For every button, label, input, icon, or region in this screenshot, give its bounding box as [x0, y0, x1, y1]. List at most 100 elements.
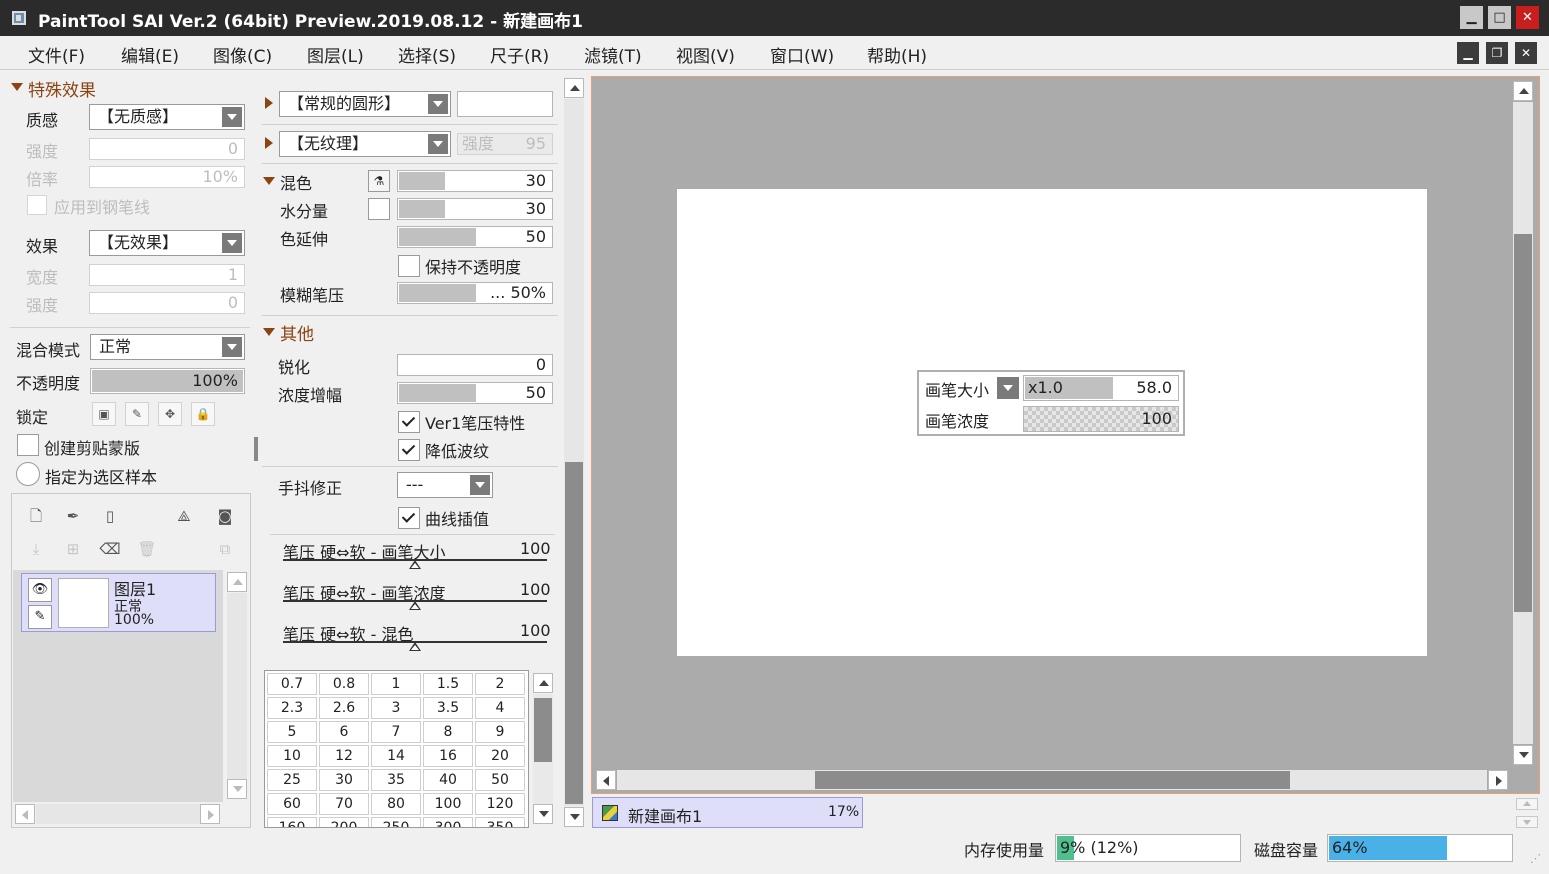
- blur-pressure-slider[interactable]: ... 50%: [397, 282, 553, 304]
- brush-size-preset[interactable]: 14: [371, 745, 421, 767]
- brush-size-preset[interactable]: 3.5: [423, 697, 473, 719]
- brush-size-preset[interactable]: 5: [267, 721, 317, 743]
- other-collapse-icon[interactable]: [263, 328, 275, 336]
- merge-down-icon[interactable]: ⤓: [25, 538, 47, 560]
- mdi-close-button[interactable]: ✕: [1515, 42, 1537, 64]
- maximize-button[interactable]: □: [1488, 6, 1511, 29]
- menu-layer[interactable]: 图层(L): [307, 42, 364, 67]
- brush-size-preset[interactable]: 30: [319, 769, 369, 791]
- menu-file[interactable]: 文件(F): [28, 42, 85, 67]
- pressure-size-knob[interactable]: [409, 560, 421, 569]
- layer-scroll-down[interactable]: [227, 779, 247, 799]
- menu-help[interactable]: 帮助(H): [867, 42, 927, 67]
- brush-size-preset[interactable]: 8: [423, 721, 473, 743]
- brush-size-preset[interactable]: 250: [371, 817, 421, 827]
- menu-view[interactable]: 视图(V): [676, 42, 735, 67]
- density-gain-slider[interactable]: 50: [397, 382, 553, 404]
- mdi-restore-button[interactable]: ❐: [1486, 42, 1508, 64]
- scale-field[interactable]: 10%: [89, 166, 245, 188]
- reduce-ripple-checkbox[interactable]: [398, 439, 420, 461]
- texture-dropdown[interactable]: 【无质感】: [89, 104, 245, 130]
- layer-scroll-right[interactable]: [200, 804, 220, 824]
- pressure-density-knob[interactable]: [409, 601, 421, 610]
- brush-size-preset[interactable]: 10: [267, 745, 317, 767]
- selection-sample-radio[interactable]: [16, 462, 40, 486]
- brush-size-preset[interactable]: 70: [319, 793, 369, 815]
- blend-mode-dropdown[interactable]: 正常: [90, 334, 245, 360]
- clipping-mask-checkbox[interactable]: [17, 434, 39, 456]
- ver1-pressure-checkbox[interactable]: [398, 411, 420, 433]
- brush-panel-scroll-down[interactable]: [564, 807, 584, 827]
- merge-visible-icon[interactable]: ⧉: [214, 538, 236, 560]
- brush-size-preset[interactable]: 2.6: [319, 697, 369, 719]
- brush-size-preset[interactable]: 120: [475, 793, 525, 815]
- delete-layer-icon[interactable]: 🗑: [136, 538, 158, 560]
- brush-size-preset[interactable]: 60: [267, 793, 317, 815]
- canvas-scroll-left[interactable]: [596, 770, 616, 790]
- canvas-vscroll-thumb[interactable]: [1514, 234, 1532, 612]
- brush-size-preset[interactable]: 80: [371, 793, 421, 815]
- brush-size-preset[interactable]: 25: [267, 769, 317, 791]
- brush-size-preset[interactable]: 0.8: [319, 673, 369, 695]
- brush-shape-dropdown[interactable]: 【常规的圆形】: [279, 91, 451, 117]
- eye-icon[interactable]: 👁: [28, 578, 52, 602]
- effect-dropdown[interactable]: 【无效果】: [89, 230, 245, 256]
- new-pen-layer-icon[interactable]: ✒: [62, 505, 84, 527]
- clear-layer-icon[interactable]: ⌫: [99, 538, 121, 560]
- canvas-hscroll-thumb[interactable]: [815, 771, 1290, 789]
- resize-grip-icon[interactable]: ⋰: [1530, 852, 1544, 866]
- sharpen-slider[interactable]: 0: [397, 354, 553, 376]
- brush-size-preset[interactable]: 1: [371, 673, 421, 695]
- texture-strength-field[interactable]: 强度 95: [457, 133, 553, 155]
- mdi-minimize-button[interactable]: ▁: [1457, 42, 1479, 64]
- brush-panel-scroll-thumb[interactable]: [565, 462, 583, 804]
- water-checkbox[interactable]: [368, 198, 390, 220]
- sample-mode-icon[interactable]: ⚗: [368, 170, 390, 192]
- brush-panel-scroll-up[interactable]: [564, 78, 584, 98]
- brush-size-preset[interactable]: 3: [371, 697, 421, 719]
- opacity-slider[interactable]: 100%: [90, 368, 245, 394]
- presets-scroll-down[interactable]: [533, 804, 553, 824]
- brush-size-preset[interactable]: 6: [319, 721, 369, 743]
- layer-scroll-track[interactable]: [227, 593, 247, 779]
- menu-image[interactable]: 图像(C): [213, 42, 272, 67]
- mix-collapse-icon[interactable]: [263, 177, 275, 185]
- layer-row[interactable]: 👁 ✎ 图层1 正常 100%: [21, 573, 216, 632]
- strength2-field[interactable]: 0: [89, 292, 245, 314]
- close-button[interactable]: ✕: [1516, 6, 1539, 29]
- brush-size-preset[interactable]: 2.3: [267, 697, 317, 719]
- presets-scroll-thumb[interactable]: [534, 698, 552, 762]
- canvas-scroll-up[interactable]: [1513, 81, 1533, 101]
- brush-size-preset[interactable]: 9: [475, 721, 525, 743]
- canvas-scroll-down[interactable]: [1513, 745, 1533, 765]
- popup-density-slider[interactable]: 100: [1023, 406, 1179, 432]
- lock-paint-icon[interactable]: ✎: [125, 402, 149, 426]
- mix-slider[interactable]: 30: [397, 170, 553, 192]
- brush-size-preset[interactable]: 1.5: [423, 673, 473, 695]
- brush-shape-field[interactable]: [457, 91, 553, 117]
- ruler-icon[interactable]: ⟁: [173, 505, 195, 527]
- brush-size-preset[interactable]: 20: [475, 745, 525, 767]
- layer-hscroll-track[interactable]: [36, 804, 200, 824]
- curve-interp-checkbox[interactable]: [398, 507, 420, 529]
- panel-splitter[interactable]: [254, 437, 258, 461]
- stretch-slider[interactable]: 50: [397, 226, 553, 248]
- apply-pen-checkbox[interactable]: [27, 195, 47, 215]
- tab-scroll-down[interactable]: [1516, 816, 1538, 828]
- brush-size-preset[interactable]: 40: [423, 769, 473, 791]
- brush-size-preset[interactable]: 100: [423, 793, 473, 815]
- brush-size-preset[interactable]: 16: [423, 745, 473, 767]
- effects-collapse-icon[interactable]: [11, 83, 23, 91]
- new-folder-icon[interactable]: ▯: [99, 505, 121, 527]
- brush-texture-dropdown[interactable]: 【无纹理】: [279, 131, 451, 157]
- brush-size-preset[interactable]: 50: [475, 769, 525, 791]
- brush-size-preset[interactable]: 4: [475, 697, 525, 719]
- keep-opacity-checkbox[interactable]: [398, 255, 420, 277]
- popup-size-dropdown[interactable]: [997, 377, 1019, 399]
- menu-ruler[interactable]: 尺子(R): [490, 42, 549, 67]
- lock-all-icon[interactable]: 🔒: [191, 402, 215, 426]
- pencil-icon[interactable]: ✎: [28, 605, 52, 629]
- brush-size-preset[interactable]: 35: [371, 769, 421, 791]
- pressure-mix-knob[interactable]: [409, 642, 421, 651]
- brush-size-preset[interactable]: 0.7: [267, 673, 317, 695]
